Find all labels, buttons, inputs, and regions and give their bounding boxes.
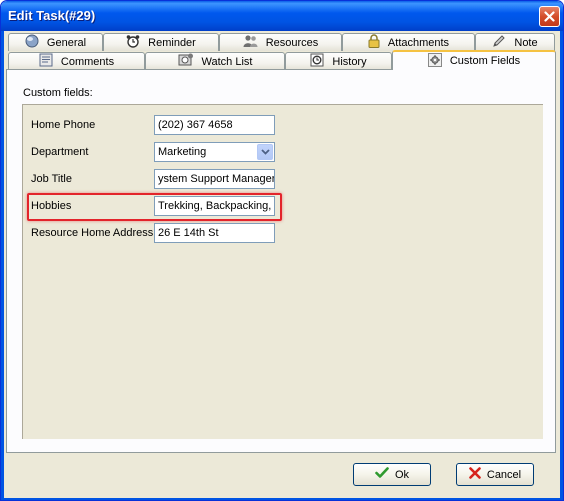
tab-watch-list[interactable]: Watch List: [145, 52, 285, 70]
tab-history-label: History: [332, 55, 367, 68]
close-icon: [544, 11, 555, 22]
tab-comments-label: Comments: [60, 55, 115, 68]
tab-history[interactable]: History: [285, 52, 392, 70]
window-title: Edit Task(#29): [8, 8, 96, 23]
cancel-x-icon: [469, 467, 481, 482]
tab-reminder[interactable]: Reminder: [103, 33, 219, 51]
cancel-button-label: Cancel: [486, 468, 522, 481]
comments-icon: [39, 53, 53, 70]
resource-home-address-field[interactable]: 26 E 14th St: [154, 223, 275, 243]
chevron-down-icon: [260, 149, 270, 155]
people-icon: [243, 34, 258, 51]
tab-watch-list-label: Watch List: [201, 55, 253, 68]
department-select[interactable]: Marketing: [154, 142, 275, 162]
tab-custom-fields-label: Custom Fields: [449, 55, 521, 67]
tab-note-label: Note: [514, 36, 538, 49]
history-icon: [310, 53, 324, 70]
gear-icon: [427, 52, 442, 70]
title-bar[interactable]: Edit Task(#29): [1, 1, 563, 31]
close-button[interactable]: [539, 6, 560, 27]
job-title-label: Job Title: [31, 173, 72, 185]
department-dropdown-button[interactable]: [257, 144, 273, 160]
tab-attachments[interactable]: Attachments: [342, 33, 475, 51]
edit-task-window: Edit Task(#29) General Reminder Resource…: [0, 0, 564, 501]
home-phone-label: Home Phone: [31, 119, 96, 131]
pen-icon: [492, 34, 506, 51]
hobbies-highlight-box: [27, 193, 282, 221]
tab-attachments-label: Attachments: [387, 36, 450, 49]
tab-resources[interactable]: Resources: [219, 33, 342, 51]
lock-icon: [368, 34, 380, 51]
globe-icon: [25, 34, 39, 51]
ok-button[interactable]: Ok: [353, 463, 431, 486]
resource-home-address-label: Resource Home Address: [31, 227, 154, 239]
tab-note[interactable]: Note: [475, 33, 555, 51]
tab-resources-label: Resources: [265, 36, 319, 49]
job-title-field[interactable]: ystem Support Manager: [154, 169, 275, 189]
department-value: Marketing: [158, 146, 207, 158]
window-frame-right: [560, 31, 563, 500]
department-label: Department: [31, 146, 89, 158]
tab-general[interactable]: General: [8, 33, 103, 51]
tab-custom-fields[interactable]: Custom Fields: [392, 50, 556, 70]
cancel-button[interactable]: Cancel: [456, 463, 534, 486]
custom-fields-heading: Custom fields:: [23, 87, 93, 99]
window-frame-left: [1, 31, 4, 500]
home-phone-field[interactable]: (202) 367 4658: [154, 115, 275, 135]
tab-reminder-label: Reminder: [148, 36, 196, 49]
alarm-clock-icon: [126, 34, 140, 51]
custom-fields-grid: [22, 104, 543, 439]
ok-button-label: Ok: [394, 468, 410, 481]
tab-comments[interactable]: Comments: [8, 52, 145, 70]
tab-general-label: General: [46, 36, 87, 49]
checkmark-icon: [375, 467, 389, 482]
watch-list-icon: [178, 53, 194, 70]
